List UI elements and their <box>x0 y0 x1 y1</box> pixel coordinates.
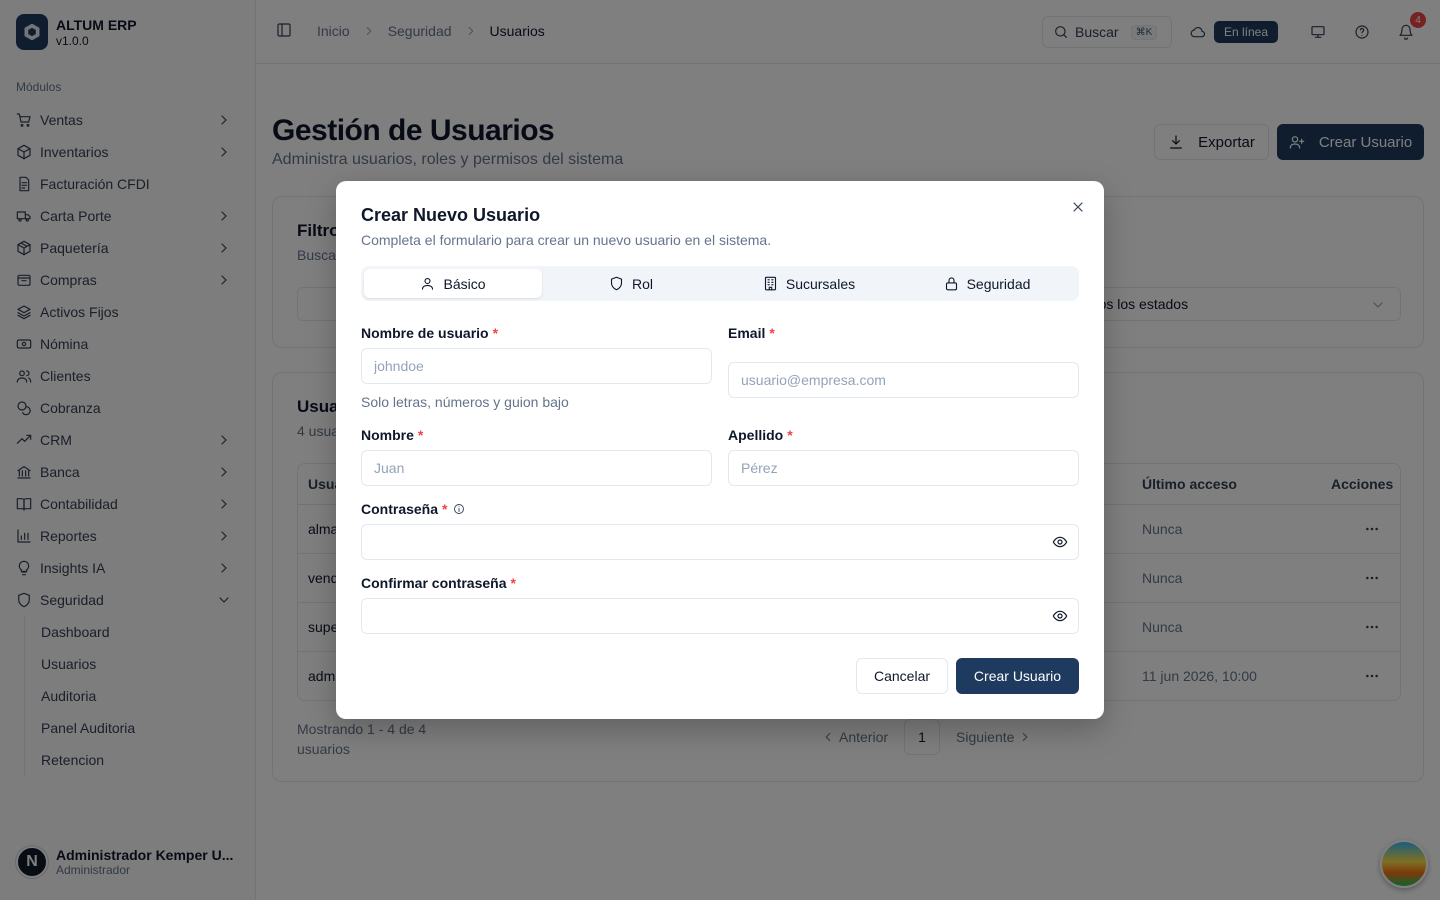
confirm-password-label-text: Confirmar contraseña <box>361 575 507 591</box>
info-icon[interactable] <box>453 503 465 515</box>
tab-label: Seguridad <box>966 275 1031 292</box>
required-mark: * <box>442 501 448 517</box>
tab-label: Rol <box>631 275 653 292</box>
last-name-input[interactable] <box>728 450 1079 486</box>
tab-rol[interactable]: Rol <box>542 269 720 298</box>
first-name-label-text: Nombre <box>361 427 414 443</box>
username-input[interactable] <box>361 348 712 384</box>
tab-label: Sucursales <box>785 275 856 292</box>
username-hint: Solo letras, números y guion bajo <box>361 394 569 410</box>
required-mark: * <box>492 325 499 341</box>
close-button[interactable] <box>1070 199 1086 215</box>
toggle-confirm-password-visibility-button[interactable] <box>1052 608 1068 624</box>
eye-icon <box>1052 536 1068 548</box>
email-label-text: Email <box>728 325 766 341</box>
cancel-button[interactable]: Cancelar <box>856 658 948 694</box>
required-mark: * <box>769 325 775 341</box>
required-mark: * <box>510 575 516 591</box>
confirm-password-label: Confirmar contraseña * <box>361 575 516 591</box>
user-icon <box>422 277 434 290</box>
lock-icon <box>945 277 957 291</box>
dialog-description: Completa el formulario para crear un nue… <box>361 232 772 248</box>
tab-basico[interactable]: Básico <box>364 269 542 298</box>
email-label: Email * <box>728 325 775 341</box>
tab-seguridad[interactable]: Seguridad <box>898 269 1076 298</box>
required-mark: * <box>417 427 424 443</box>
shield-icon <box>610 276 623 291</box>
building-icon <box>764 276 776 291</box>
last-name-label: Apellido * <box>728 427 793 443</box>
submit-create-user-button[interactable]: Crear Usuario <box>956 658 1079 694</box>
confirm-password-input[interactable] <box>361 598 1079 634</box>
email-input[interactable] <box>728 362 1079 398</box>
password-label-text: Contraseña <box>361 501 439 517</box>
dialog-title: Crear Nuevo Usuario <box>361 205 541 225</box>
close-icon <box>1073 202 1083 212</box>
last-name-label-text: Apellido <box>728 427 784 443</box>
required-mark: * <box>787 427 793 443</box>
password-input[interactable] <box>361 524 1079 560</box>
toggle-password-visibility-button[interactable] <box>1052 534 1068 550</box>
username-label-text: Nombre de usuario <box>361 325 489 341</box>
tab-label: Básico <box>443 275 486 292</box>
eye-icon <box>1052 610 1068 622</box>
first-name-label: Nombre * <box>361 427 423 443</box>
password-label: Contraseña * <box>361 501 465 517</box>
create-user-dialog: Crear Nuevo Usuario Completa el formular… <box>336 181 1104 719</box>
tab-sucursales[interactable]: Sucursales <box>720 269 898 298</box>
first-name-input[interactable] <box>361 450 712 486</box>
username-label: Nombre de usuario * <box>361 325 498 341</box>
dialog-tabs: Básico Rol Sucursales Seguridad <box>361 266 1079 301</box>
